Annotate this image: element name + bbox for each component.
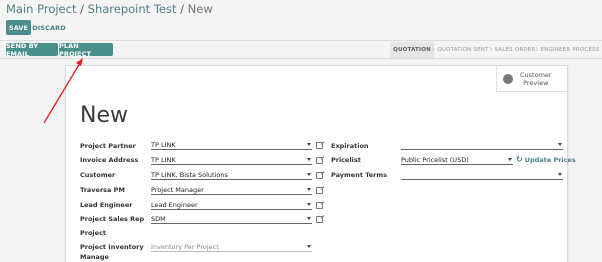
customer-preview-label: Customer Preview [520, 71, 552, 87]
caret-down-icon[interactable] [307, 245, 311, 248]
statusbar-divider [0, 58, 602, 59]
globe-icon [503, 73, 513, 84]
save-button[interactable]: SAVE [6, 20, 31, 35]
breadcrumb-current: New [187, 2, 213, 16]
field-value: TP LINK, Bista Solutions [151, 170, 228, 179]
caret-down-icon[interactable] [558, 143, 562, 146]
breadcrumb-separator: / [180, 2, 185, 16]
breadcrumb-separator: / [80, 2, 84, 16]
external-link-icon[interactable] [316, 216, 323, 223]
external-link-icon[interactable] [316, 142, 323, 149]
preview-line1: Customer [520, 70, 552, 79]
customer-field[interactable]: TP LINK, Bista Solutions [151, 170, 312, 180]
label-traversa-pm: Traversa PM [80, 186, 125, 194]
label-payment-terms: Payment Terms [331, 171, 388, 179]
lead-engineer-field[interactable]: Lead Engineer [151, 200, 312, 210]
stage-label: QUOTATION [393, 47, 431, 53]
label-customer: Customer [80, 171, 116, 179]
field-value: SDM [151, 214, 166, 223]
caret-down-icon[interactable] [558, 173, 562, 176]
label-expiration: Expiration [331, 142, 369, 150]
field-value: Project Manager [151, 185, 204, 194]
label-lead-engineer: Lead Engineer [80, 201, 133, 209]
stage-quotation[interactable]: QUOTATION › [390, 42, 435, 58]
stage-label: ENGINEER PROCESS [540, 47, 600, 53]
field-value: TP LINK [151, 140, 176, 149]
field-value: Lead Engineer [151, 200, 198, 209]
caret-down-icon[interactable] [508, 158, 512, 161]
plan-project-button[interactable]: PLAN PROJECT [59, 42, 113, 58]
payment-terms-field[interactable] [401, 170, 563, 180]
label-invoice-address: Invoice Address [80, 156, 139, 164]
caret-down-icon[interactable] [307, 173, 311, 176]
label-pricelist: Pricelist [331, 156, 361, 164]
stage-label: SALES ORDER [494, 47, 536, 53]
project-inventory-field[interactable]: Inventory Per Project [151, 242, 312, 252]
label-project-inventory: Project Inventory [80, 243, 144, 251]
label-project-inventory-manage: Manage [80, 253, 109, 261]
project-partner-field[interactable]: TP LINK [151, 140, 312, 150]
caret-down-icon[interactable] [307, 217, 311, 220]
send-by-email-button[interactable]: SEND BY EMAIL [6, 42, 58, 58]
stage-sales-order[interactable]: SALES ORDER › [492, 42, 539, 58]
label-project-sales-rep: Project Sales Rep [80, 215, 145, 223]
external-link-icon[interactable] [316, 157, 323, 164]
external-link-icon[interactable] [316, 202, 323, 209]
label-project: Project [80, 229, 107, 237]
breadcrumb-main-project[interactable]: Main Project [6, 2, 76, 16]
traversa-pm-field[interactable]: Project Manager [151, 185, 312, 195]
field-value: Public Pricelist (USD) [401, 155, 469, 164]
label-project-partner: Project Partner [80, 142, 136, 150]
preview-line2: Preview [523, 78, 549, 87]
caret-down-icon[interactable] [307, 143, 311, 146]
discard-button[interactable]: DISCARD [32, 20, 65, 35]
stage-engineer-process[interactable]: ENGINEER PROCESS [538, 42, 602, 58]
project-sales-rep-field[interactable]: SDM [151, 214, 312, 224]
stage-quotation-sent[interactable]: QUOTATION SENT › [434, 42, 493, 58]
external-link-icon[interactable] [316, 187, 323, 194]
breadcrumb-sharepoint-test[interactable]: Sharepoint Test [88, 2, 177, 16]
stage-label: QUOTATION SENT [437, 47, 489, 53]
refresh-icon: ↻ [516, 155, 523, 164]
update-prices-button[interactable]: ↻ Update Prices [516, 155, 576, 164]
caret-down-icon[interactable] [307, 188, 311, 191]
status-bar: QUOTATION › QUOTATION SENT › SALES ORDER… [390, 42, 602, 58]
invoice-address-field[interactable]: TP LINK [151, 155, 312, 165]
caret-down-icon[interactable] [307, 158, 311, 161]
record-title: New [80, 103, 128, 128]
field-value: TP LINK [151, 155, 176, 164]
pricelist-field[interactable]: Public Pricelist (USD) [401, 155, 513, 165]
customer-preview-button[interactable]: Customer Preview [496, 66, 567, 92]
field-value: Inventory Per Project [151, 242, 219, 251]
breadcrumb: Main Project / Sharepoint Test / New [6, 2, 213, 16]
external-link-icon[interactable] [316, 172, 323, 179]
expiration-field[interactable] [401, 140, 563, 150]
caret-down-icon[interactable] [307, 203, 311, 206]
update-prices-label: Update Prices [524, 156, 576, 164]
